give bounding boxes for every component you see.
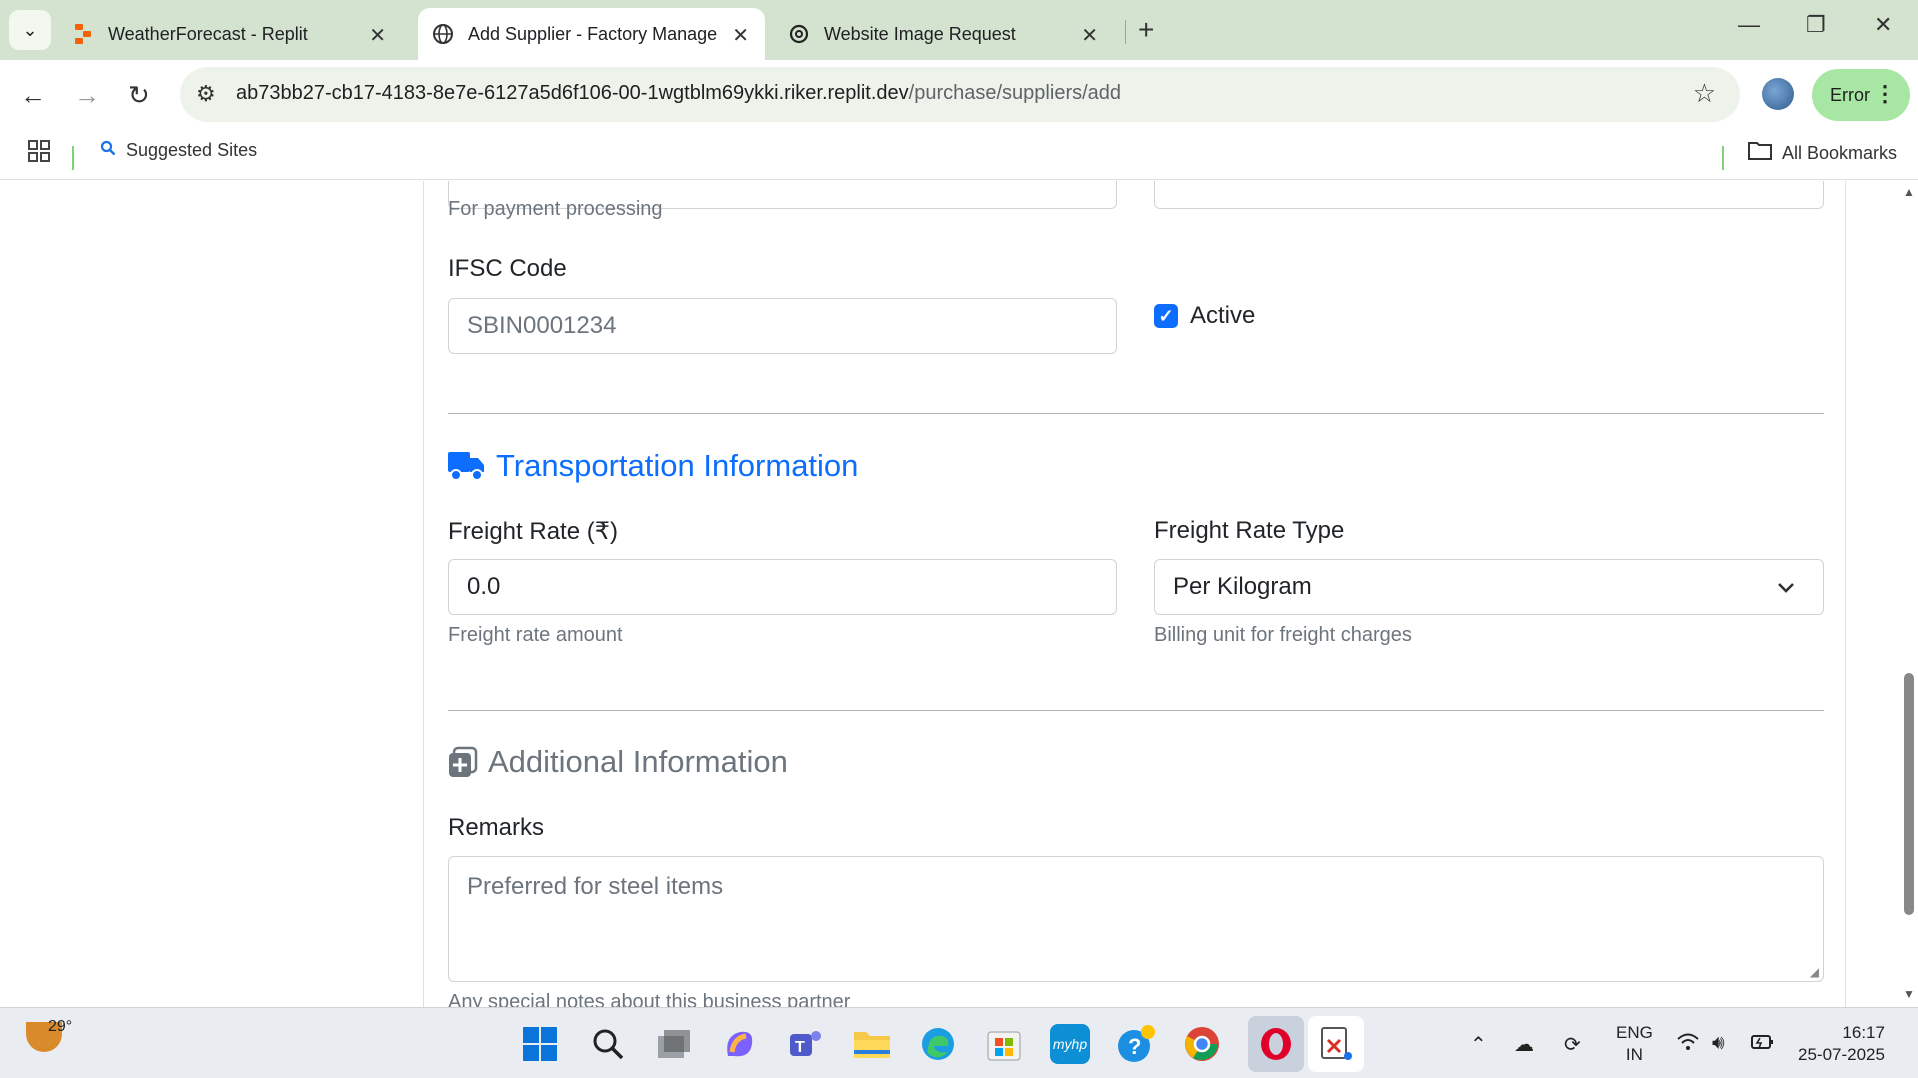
active-checkbox[interactable]: ✓ bbox=[1154, 304, 1178, 328]
bookmark-divider bbox=[72, 146, 74, 170]
restore-icon[interactable]: ❐ bbox=[1806, 12, 1826, 38]
microsoft-store-icon[interactable] bbox=[984, 1024, 1024, 1064]
search-icon[interactable] bbox=[588, 1024, 628, 1064]
edge-icon[interactable] bbox=[918, 1024, 958, 1064]
scroll-down-arrow-icon[interactable]: ▼ bbox=[1903, 987, 1915, 1001]
freight-type-label: Freight Rate Type bbox=[1154, 517, 1345, 544]
scroll-up-arrow-icon[interactable]: ▲ bbox=[1903, 185, 1915, 199]
remarks-value: Preferred for steel items bbox=[467, 873, 724, 900]
scrollbar-thumb[interactable] bbox=[1904, 673, 1914, 915]
freight-type-value: Per Kilogram bbox=[1173, 573, 1312, 600]
chevron-down-icon bbox=[1777, 574, 1795, 600]
system-clock[interactable]: 16:17 25-07-2025 bbox=[1798, 1022, 1885, 1066]
active-label: Active bbox=[1190, 302, 1256, 329]
search-icon bbox=[100, 140, 116, 161]
close-icon[interactable]: ✕ bbox=[1081, 23, 1098, 48]
file-explorer-icon[interactable] bbox=[852, 1024, 892, 1064]
chrome-icon[interactable] bbox=[1182, 1024, 1222, 1064]
replit-icon bbox=[72, 23, 94, 45]
all-bookmarks-link[interactable]: All Bookmarks bbox=[1748, 140, 1897, 166]
weather-widget[interactable]: 29° bbox=[26, 1018, 72, 1052]
volume-icon[interactable]: 🔊︎ bbox=[1712, 1032, 1725, 1055]
minimize-icon[interactable]: — bbox=[1738, 12, 1760, 38]
tab-search-button[interactable]: ⌄ bbox=[9, 10, 51, 50]
section-divider bbox=[448, 413, 1824, 414]
tab-add-supplier[interactable]: Add Supplier - Factory Manager ✕ bbox=[418, 8, 765, 60]
language-indicator[interactable]: ENG IN bbox=[1616, 1022, 1653, 1066]
wifi-icon[interactable] bbox=[1676, 1032, 1700, 1058]
section-divider bbox=[448, 710, 1824, 711]
suggested-sites-link[interactable]: Suggested Sites bbox=[100, 140, 257, 161]
tab-weatherforecast[interactable]: WeatherForecast - Replit ✕ bbox=[72, 8, 402, 60]
freight-rate-input[interactable]: 0.0 bbox=[448, 559, 1117, 615]
address-bar[interactable]: ⚙ ab73bb27-cb17-4183-8e7e-6127a5d6f106-0… bbox=[180, 67, 1740, 122]
remarks-help: Any special notes about this business pa… bbox=[448, 991, 851, 1007]
reload-icon[interactable]: ↻ bbox=[128, 80, 150, 111]
profile-avatar[interactable] bbox=[1762, 78, 1794, 110]
svg-text:T: T bbox=[795, 1039, 805, 1056]
freight-rate-label: Freight Rate (₹) bbox=[448, 518, 618, 545]
tab-title: WeatherForecast - Replit bbox=[108, 23, 308, 44]
bookmark-divider bbox=[1722, 146, 1724, 170]
teams-icon[interactable]: T bbox=[786, 1024, 826, 1064]
apps-grid-icon[interactable] bbox=[28, 140, 50, 169]
freight-rate-help: Freight rate amount bbox=[448, 624, 623, 646]
bank-field-input[interactable] bbox=[1154, 181, 1824, 209]
menu-dots-icon: ⋮ bbox=[1874, 81, 1896, 106]
close-icon[interactable]: ✕ bbox=[369, 23, 386, 48]
page-scrollbar[interactable]: ▲ ▼ bbox=[1900, 181, 1918, 1007]
remarks-textarea[interactable]: Preferred for steel items ◢ bbox=[448, 856, 1824, 982]
sidebar-border bbox=[423, 181, 424, 1007]
battery-icon[interactable] bbox=[1750, 1032, 1776, 1058]
task-view-icon[interactable] bbox=[654, 1024, 694, 1064]
additional-section-title: Additional Information bbox=[448, 744, 788, 780]
freight-type-help: Billing unit for freight charges bbox=[1154, 624, 1412, 646]
page-viewport: For payment processing IFSC Code SBIN000… bbox=[0, 181, 1918, 1007]
onedrive-icon[interactable]: ☁ bbox=[1514, 1032, 1534, 1057]
profile-error-button[interactable]: Error ⋮ bbox=[1812, 69, 1910, 121]
tab-strip: ⌄ WeatherForecast - Replit ✕ Add Supplie… bbox=[0, 0, 1918, 60]
tab-title: Add Supplier - Factory Manager bbox=[468, 23, 718, 44]
window-close-icon[interactable]: ✕ bbox=[1874, 12, 1892, 38]
new-tab-plus-icon[interactable]: + bbox=[1138, 14, 1154, 46]
folder-icon bbox=[1748, 140, 1772, 166]
tab-separator bbox=[1125, 20, 1126, 44]
snipping-tool-icon[interactable] bbox=[1316, 1024, 1356, 1064]
ifsc-label: IFSC Code bbox=[448, 255, 567, 282]
tab-website-image-request[interactable]: Website Image Request ✕ bbox=[788, 8, 1114, 60]
sync-icon[interactable]: ⟳ bbox=[1564, 1032, 1581, 1057]
freight-type-select[interactable]: Per Kilogram bbox=[1154, 559, 1824, 615]
content-border bbox=[1845, 181, 1846, 1007]
back-arrow-icon[interactable]: ← bbox=[20, 80, 46, 111]
tray-chevron-up-icon[interactable]: ⌃ bbox=[1470, 1032, 1487, 1057]
remarks-label: Remarks bbox=[448, 814, 545, 841]
globe-icon bbox=[432, 23, 454, 45]
truck-icon bbox=[448, 450, 486, 482]
plus-square-icon bbox=[448, 746, 478, 778]
help-icon[interactable]: ? bbox=[1116, 1024, 1156, 1064]
site-info-icon[interactable]: ⚙ bbox=[196, 81, 216, 107]
myhp-icon[interactable]: myhp bbox=[1050, 1024, 1090, 1064]
url-text[interactable]: ab73bb27-cb17-4183-8e7e-6127a5d6f106-00-… bbox=[236, 82, 1121, 105]
ifsc-input[interactable]: SBIN0001234 bbox=[448, 298, 1117, 354]
close-icon[interactable]: ✕ bbox=[732, 23, 749, 48]
transport-title-text: Transportation Information bbox=[496, 448, 859, 483]
transport-section-title: Transportation Information bbox=[448, 448, 858, 484]
copilot-icon[interactable] bbox=[720, 1024, 760, 1064]
openai-icon bbox=[788, 23, 810, 45]
svg-text:?: ? bbox=[1128, 1034, 1141, 1059]
windows-start-icon[interactable] bbox=[520, 1024, 560, 1064]
additional-title-text: Additional Information bbox=[488, 744, 788, 779]
forward-arrow-icon[interactable]: → bbox=[74, 80, 100, 111]
bookmarks-bar: Suggested Sites All Bookmarks bbox=[0, 132, 1918, 180]
bookmark-star-icon[interactable]: ☆ bbox=[1693, 78, 1716, 109]
tab-title: Website Image Request bbox=[824, 23, 1016, 44]
taskbar: 29° T myhp ? ⌃ ☁ ⟳ ENG IN � bbox=[0, 1007, 1918, 1078]
opera-icon[interactable] bbox=[1248, 1016, 1304, 1072]
browser-toolbar: ← → ↻ ⚙ ab73bb27-cb17-4183-8e7e-6127a5d6… bbox=[0, 60, 1918, 132]
resize-grip-icon[interactable]: ◢ bbox=[1810, 965, 1819, 979]
payment-help-text: For payment processing bbox=[448, 198, 663, 220]
